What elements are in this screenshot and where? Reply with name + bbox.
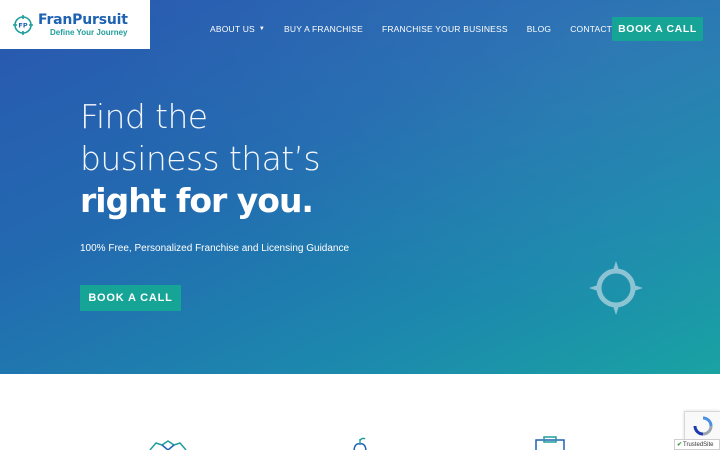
logo-mark-text: FP bbox=[18, 21, 27, 29]
recaptcha-icon bbox=[693, 416, 712, 436]
nav-item-blog[interactable]: BLOG bbox=[527, 24, 551, 34]
nav-item-label: BLOG bbox=[526, 24, 552, 34]
brand-tagline: Define Your Journey bbox=[50, 27, 128, 37]
trustedsite-label: TrustedSite bbox=[683, 441, 714, 448]
nav-item-label: ABOUT US bbox=[210, 24, 255, 34]
brand-name: FranPursuit bbox=[38, 11, 128, 28]
apple-icon bbox=[353, 437, 367, 450]
page: FP FranPursuit Define Your Journey ABOUT… bbox=[0, 0, 720, 450]
logo-mark-icon: FP bbox=[13, 14, 33, 35]
hero-headline: Find the business that’s right for you. bbox=[80, 96, 321, 222]
trustedsite-badge[interactable]: ✔ TrustedSite bbox=[674, 439, 720, 450]
hero-headline-line2: business that’s bbox=[80, 139, 321, 178]
nav-item-label: BUY A FRANCHISE bbox=[284, 24, 363, 34]
handshake-icon bbox=[149, 440, 187, 450]
checkmark-icon: ✔ bbox=[677, 442, 683, 448]
nav-item-about-us[interactable]: ABOUT US ▼ bbox=[210, 24, 265, 34]
hero-headline-line3: right for you. bbox=[80, 181, 314, 220]
hero-subheadline: 100% Free, Personalized Franchise and Li… bbox=[80, 243, 350, 254]
main-nav: ABOUT US ▼ BUY A FRANCHISE FRANCHISE YOU… bbox=[210, 0, 646, 58]
chevron-down-icon: ▼ bbox=[258, 26, 266, 32]
nav-item-franchise-your-business[interactable]: FRANCHISE YOUR BUSINESS bbox=[382, 24, 508, 34]
clipboard-icon bbox=[535, 436, 565, 450]
nav-item-buy-a-franchise[interactable]: BUY A FRANCHISE bbox=[284, 24, 363, 34]
nav-book-a-call-button[interactable]: BOOK A CALL bbox=[612, 17, 703, 41]
nav-item-label: FRANCHISE YOUR BUSINESS bbox=[381, 24, 508, 34]
hero-headline-line1: Find the bbox=[80, 97, 208, 136]
hero-book-a-call-button[interactable]: BOOK A CALL bbox=[80, 285, 181, 311]
site-logo[interactable]: FP FranPursuit Define Your Journey bbox=[0, 0, 150, 49]
recaptcha-badge[interactable] bbox=[684, 411, 720, 441]
compass-icon bbox=[589, 261, 643, 315]
